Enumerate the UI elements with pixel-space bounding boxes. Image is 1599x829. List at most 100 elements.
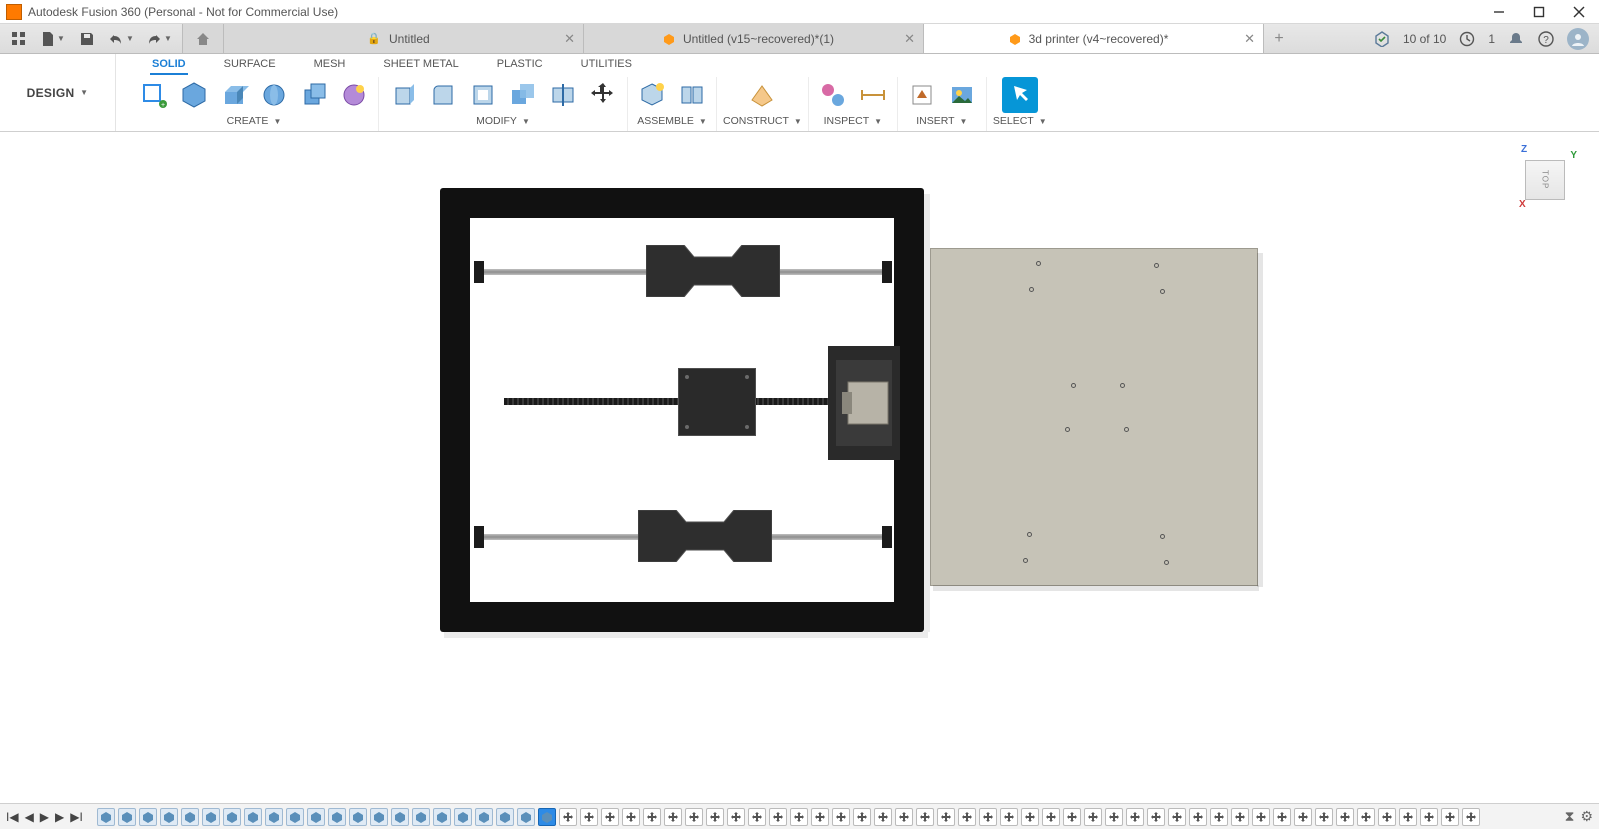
carriage-bottom[interactable] (638, 510, 772, 562)
timeline-step[interactable] (622, 808, 640, 826)
timeline-step[interactable] (601, 808, 619, 826)
viewport[interactable]: Z Y TOP X (0, 132, 1599, 803)
rod-cap[interactable] (882, 261, 892, 283)
timeline-step[interactable] (1126, 808, 1144, 826)
new-component-button[interactable] (634, 77, 670, 113)
minimize-button[interactable] (1479, 0, 1519, 24)
lead-screw[interactable] (504, 398, 834, 405)
timeline-step[interactable] (1189, 808, 1207, 826)
timeline-step[interactable] (1336, 808, 1354, 826)
move-button[interactable] (585, 77, 621, 113)
timeline-step[interactable] (496, 808, 514, 826)
group-label-construct[interactable]: CONSTRUCT▼ (723, 115, 802, 127)
tab-recovered-1[interactable]: Untitled (v15~recovered)*(1) ✕ (584, 24, 924, 53)
timeline-step[interactable] (1147, 808, 1165, 826)
measure-button[interactable] (855, 77, 891, 113)
timeline-step[interactable] (1462, 808, 1480, 826)
timeline-last-button[interactable]: ▶I (70, 810, 83, 824)
timeline-marker-icon[interactable]: ⧗ (1565, 808, 1575, 825)
group-label-modify[interactable]: MODIFY▼ (476, 115, 530, 127)
timeline-step[interactable] (286, 808, 304, 826)
close-button[interactable] (1559, 0, 1599, 24)
rod-cap[interactable] (474, 261, 484, 283)
timeline-step[interactable] (517, 808, 535, 826)
timeline-step[interactable] (895, 808, 913, 826)
timeline-step[interactable] (1105, 808, 1123, 826)
workspace-switcher[interactable]: DESIGN ▼ (0, 54, 116, 131)
timeline-step[interactable] (580, 808, 598, 826)
redo-button[interactable]: ▼ (142, 26, 176, 52)
build-plate[interactable] (930, 248, 1258, 586)
home-tab[interactable] (182, 24, 224, 53)
timeline-step[interactable] (559, 808, 577, 826)
timeline-step[interactable] (685, 808, 703, 826)
extrude-button[interactable] (216, 77, 252, 113)
timeline-step[interactable] (475, 808, 493, 826)
user-avatar[interactable] (1567, 28, 1589, 50)
job-status-icon[interactable] (1373, 30, 1391, 48)
split-button[interactable] (545, 77, 581, 113)
group-label-assemble[interactable]: ASSEMBLE▼ (637, 115, 707, 127)
timeline-step[interactable] (1000, 808, 1018, 826)
timeline-step[interactable] (958, 808, 976, 826)
data-panel-button[interactable] (6, 26, 32, 52)
save-button[interactable] (74, 26, 100, 52)
timeline-step[interactable] (433, 808, 451, 826)
timeline-step[interactable] (139, 808, 157, 826)
group-label-inspect[interactable]: INSPECT▼ (824, 115, 882, 127)
maximize-button[interactable] (1519, 0, 1559, 24)
tab-untitled[interactable]: 🔒 Untitled ✕ (224, 24, 584, 53)
timeline-step[interactable] (538, 808, 556, 826)
construct-plane-button[interactable] (744, 77, 780, 113)
press-pull-button[interactable] (385, 77, 421, 113)
timeline-step[interactable] (118, 808, 136, 826)
inspect-button[interactable] (815, 77, 851, 113)
timeline-step[interactable] (307, 808, 325, 826)
timeline-step[interactable] (349, 808, 367, 826)
ribbon-tab-plastic[interactable]: PLASTIC (495, 56, 545, 75)
group-label-insert[interactable]: INSERT▼ (916, 115, 967, 127)
file-menu-button[interactable]: ▼ (36, 26, 70, 52)
timeline-step[interactable] (160, 808, 178, 826)
timeline-step[interactable] (97, 808, 115, 826)
carriage-top[interactable] (646, 245, 780, 297)
close-tab-button[interactable]: ✕ (904, 31, 915, 47)
timeline-step[interactable] (1420, 808, 1438, 826)
clock-icon[interactable] (1458, 30, 1476, 48)
loft-button[interactable] (336, 77, 372, 113)
timeline-step[interactable] (1357, 808, 1375, 826)
timeline-step[interactable] (1441, 808, 1459, 826)
ribbon-tab-sheet-metal[interactable]: SHEET METAL (381, 56, 460, 75)
timeline-step[interactable] (328, 808, 346, 826)
timeline-step[interactable] (769, 808, 787, 826)
timeline-step[interactable] (1084, 808, 1102, 826)
group-label-select[interactable]: SELECT▼ (993, 115, 1047, 127)
help-icon[interactable]: ? (1537, 30, 1555, 48)
timeline-step[interactable] (412, 808, 430, 826)
timeline-step[interactable] (1252, 808, 1270, 826)
timeline-step[interactable] (1231, 808, 1249, 826)
revolve-button[interactable] (256, 77, 292, 113)
timeline-step[interactable] (265, 808, 283, 826)
view-cube[interactable]: Z Y TOP X (1519, 150, 1571, 202)
rod-cap[interactable] (882, 526, 892, 548)
timeline-step[interactable] (1273, 808, 1291, 826)
timeline-step[interactable] (853, 808, 871, 826)
timeline-step[interactable] (874, 808, 892, 826)
timeline-step[interactable] (979, 808, 997, 826)
timeline-step[interactable] (454, 808, 472, 826)
timeline-step[interactable] (244, 808, 262, 826)
timeline-step[interactable] (1315, 808, 1333, 826)
new-tab-button[interactable]: + (1264, 24, 1294, 53)
timeline-step[interactable] (790, 808, 808, 826)
timeline-step[interactable] (223, 808, 241, 826)
timeline-step[interactable] (706, 808, 724, 826)
timeline-step[interactable] (181, 808, 199, 826)
timeline-step[interactable] (727, 808, 745, 826)
timeline-first-button[interactable]: I◀ (6, 810, 19, 824)
timeline-step[interactable] (937, 808, 955, 826)
view-cube-face[interactable]: TOP (1525, 160, 1565, 200)
close-tab-button[interactable]: ✕ (1244, 31, 1255, 47)
timeline-step[interactable] (916, 808, 934, 826)
timeline-step[interactable] (202, 808, 220, 826)
